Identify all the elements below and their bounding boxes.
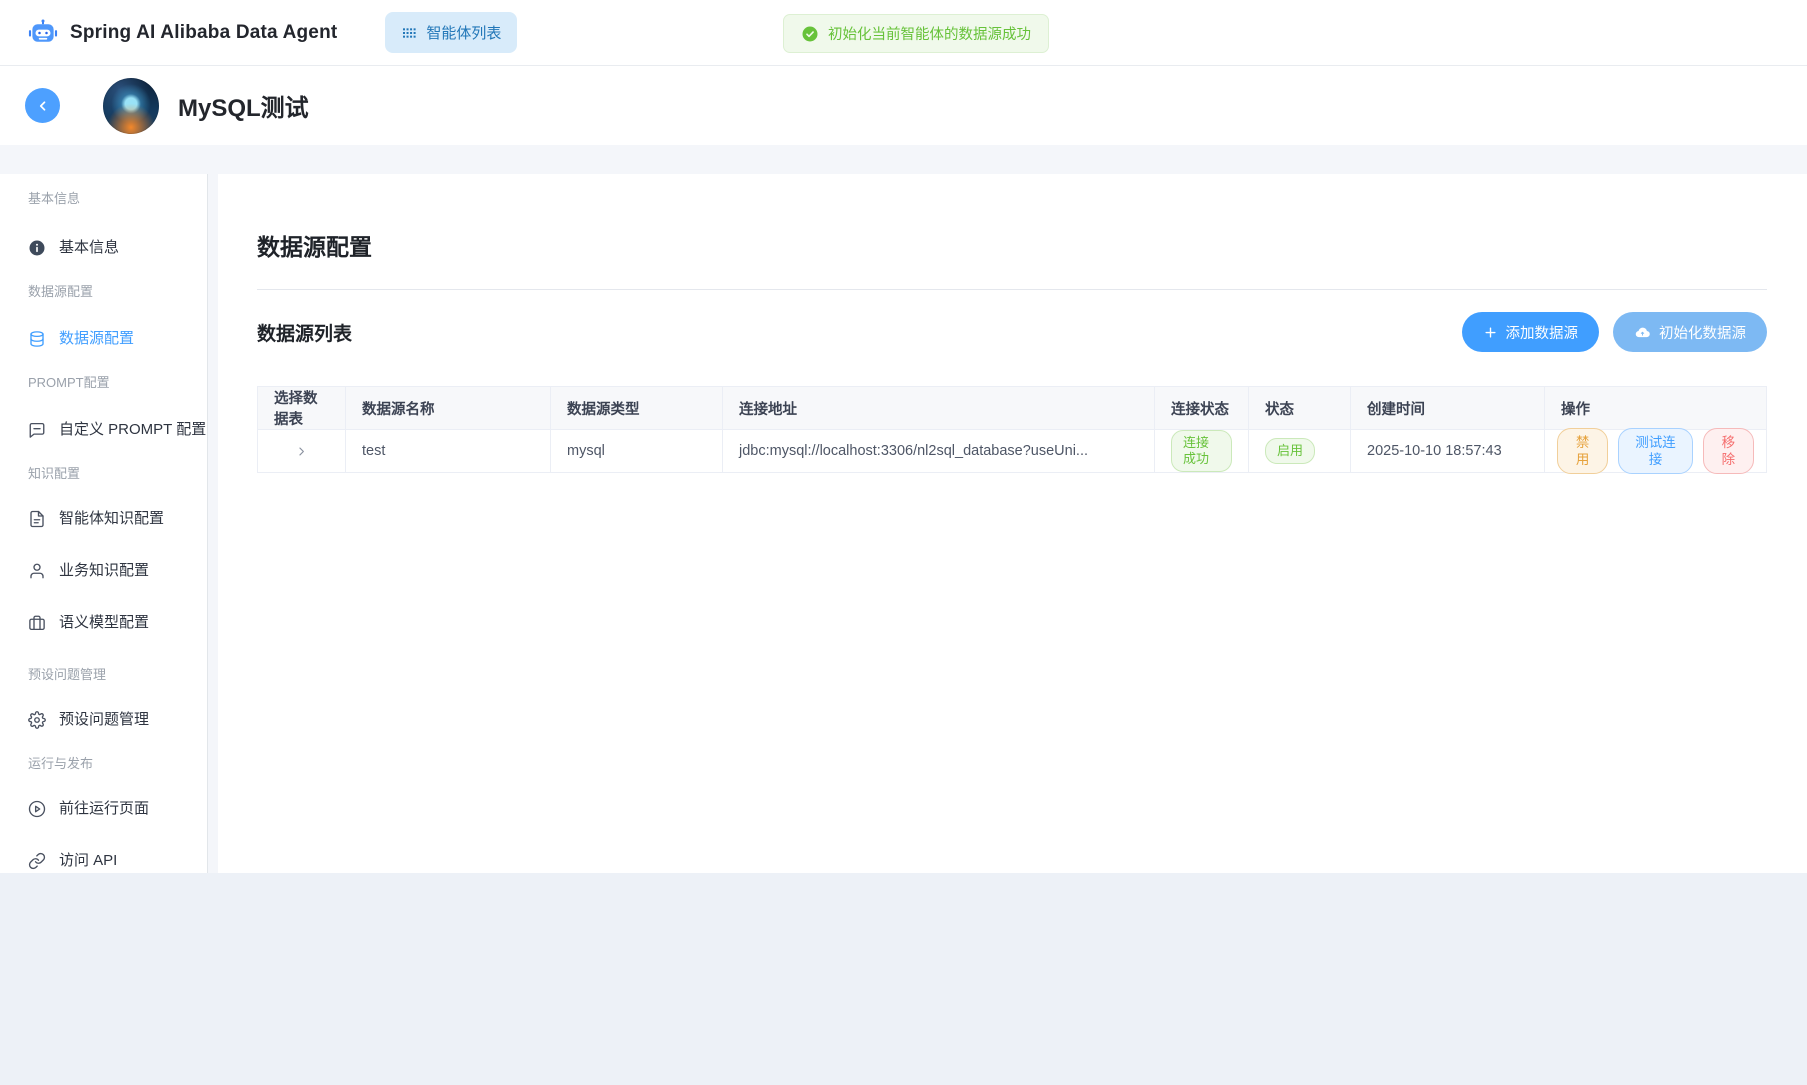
sidebar-section-label-run: 运行与发布 — [0, 753, 207, 772]
datasource-table: 选择数据表 数据源名称 数据源类型 连接地址 连接状态 状态 创建时间 操作 — [257, 386, 1767, 473]
success-toast: 初始化当前智能体的数据源成功 — [783, 14, 1049, 53]
chat-icon — [28, 421, 46, 439]
sidebar-section-label-datasource: 数据源配置 — [0, 281, 207, 300]
agent-list-button-label: 智能体列表 — [426, 22, 501, 43]
sidebar-item-business-knowledge[interactable]: 业务知识配置 — [0, 560, 207, 582]
sidebar-section-label-preset: 预设问题管理 — [0, 664, 207, 683]
column-header-connection-status: 连接状态 — [1155, 387, 1249, 430]
main-panel: 数据源配置 数据源列表 添加数据源 — [218, 174, 1807, 873]
page-title: 数据源配置 — [257, 228, 1767, 262]
agent-avatar — [103, 78, 159, 134]
gear-icon — [28, 711, 46, 729]
status-badge: 启用 — [1265, 438, 1315, 464]
check-circle-icon — [801, 25, 819, 43]
toast-message: 初始化当前智能体的数据源成功 — [828, 23, 1031, 44]
sidebar-item-label: 语义模型配置 — [59, 612, 149, 634]
sidebar-item-label: 访问 API — [59, 850, 117, 872]
sidebar-item-agent-knowledge[interactable]: 智能体知识配置 — [0, 508, 207, 530]
sidebar-item-label: 业务知识配置 — [59, 560, 149, 582]
header-separator-band — [0, 145, 1807, 174]
expand-row-cell[interactable] — [258, 430, 346, 473]
sidebar-item-api-access[interactable]: 访问 API — [0, 850, 207, 872]
test-connection-button[interactable]: 测试连接 — [1618, 428, 1693, 474]
sidebar-item-preset-questions[interactable]: 预设问题管理 — [0, 709, 207, 731]
title-divider — [257, 289, 1767, 290]
column-header-url: 连接地址 — [723, 387, 1155, 430]
chevron-right-icon — [294, 444, 309, 459]
page-background — [0, 873, 1807, 1085]
agent-list-button[interactable]: 智能体列表 — [385, 12, 517, 53]
sidebar-section-label-prompt: PROMPT配置 — [0, 372, 207, 391]
robot-logo-icon — [28, 18, 58, 48]
disable-button[interactable]: 禁用 — [1557, 428, 1608, 474]
document-icon — [28, 510, 46, 528]
column-header-type: 数据源类型 — [551, 387, 723, 430]
info-icon — [28, 239, 46, 257]
list-header: 数据源列表 添加数据源 — [257, 312, 1767, 352]
add-datasource-label: 添加数据源 — [1506, 322, 1579, 343]
top-navbar: Spring AI Alibaba Data Agent 智能体列表 初始化当前… — [0, 0, 1807, 66]
page: Spring AI Alibaba Data Agent 智能体列表 初始化当前… — [0, 0, 1807, 1085]
sidebar-section-label-knowledge: 知识配置 — [0, 463, 207, 482]
init-datasource-label: 初始化数据源 — [1659, 322, 1746, 343]
back-button[interactable] — [25, 88, 60, 123]
toolbar: 添加数据源 初始化数据源 — [1462, 312, 1768, 352]
play-circle-icon — [28, 800, 46, 818]
created-time-cell: 2025-10-10 18:57:43 — [1351, 430, 1545, 473]
sidebar-item-basic-info[interactable]: 基本信息 — [0, 237, 207, 259]
connection-status-badge: 连接成功 — [1171, 430, 1232, 472]
init-datasource-button[interactable]: 初始化数据源 — [1613, 312, 1767, 352]
link-icon — [28, 852, 46, 870]
grid-icon — [401, 25, 417, 41]
connection-url-cell: jdbc:mysql://localhost:3306/nl2sql_datab… — [723, 430, 1155, 473]
sidebar-item-label: 自定义 PROMPT 配置 — [59, 419, 206, 441]
cloud-icon — [1634, 324, 1651, 341]
sidebar-item-label: 预设问题管理 — [59, 709, 149, 731]
agent-header: MySQL测试 — [0, 66, 1807, 145]
sidebar-item-run-page[interactable]: 前往运行页面 — [0, 798, 207, 820]
agent-title: MySQL测试 — [178, 88, 309, 123]
database-icon — [28, 330, 46, 348]
column-header-actions: 操作 — [1545, 387, 1767, 430]
sidebar-item-custom-prompt[interactable]: 自定义 PROMPT 配置 — [0, 419, 207, 441]
plus-icon — [1483, 325, 1498, 340]
add-datasource-button[interactable]: 添加数据源 — [1462, 312, 1600, 352]
table-header-row: 选择数据表 数据源名称 数据源类型 连接地址 连接状态 状态 创建时间 操作 — [258, 387, 1767, 430]
content-area: 基本信息 基本信息 数据源配置 — [0, 174, 1807, 873]
actions-cell: 禁用 测试连接 移除 — [1545, 430, 1767, 473]
table-row: test mysql jdbc:mysql://localhost:3306/n… — [258, 430, 1767, 473]
column-header-status: 状态 — [1249, 387, 1351, 430]
column-header-select-table: 选择数据表 — [258, 387, 346, 430]
remove-button[interactable]: 移除 — [1703, 428, 1754, 474]
datasource-type-cell: mysql — [551, 430, 723, 473]
briefcase-icon — [28, 614, 46, 632]
chevron-left-icon — [34, 97, 52, 115]
sidebar-main-gap — [208, 174, 218, 873]
status-cell: 启用 — [1249, 430, 1351, 473]
sidebar-section-label-basic: 基本信息 — [0, 188, 207, 207]
sidebar: 基本信息 基本信息 数据源配置 — [0, 174, 208, 873]
sidebar-item-label: 数据源配置 — [59, 328, 134, 350]
sidebar-item-label: 智能体知识配置 — [59, 508, 164, 530]
sidebar-item-label: 前往运行页面 — [59, 798, 149, 820]
datasource-name-cell: test — [346, 430, 551, 473]
sidebar-item-datasource-config[interactable]: 数据源配置 — [0, 328, 207, 350]
connection-status-cell: 连接成功 — [1155, 430, 1249, 473]
column-header-name: 数据源名称 — [346, 387, 551, 430]
app-title: Spring AI Alibaba Data Agent — [70, 22, 337, 44]
sidebar-item-semantic-model[interactable]: 语义模型配置 — [0, 612, 207, 634]
user-icon — [28, 562, 46, 580]
sidebar-item-label: 基本信息 — [59, 237, 119, 259]
list-title: 数据源列表 — [257, 319, 352, 346]
column-header-created: 创建时间 — [1351, 387, 1545, 430]
